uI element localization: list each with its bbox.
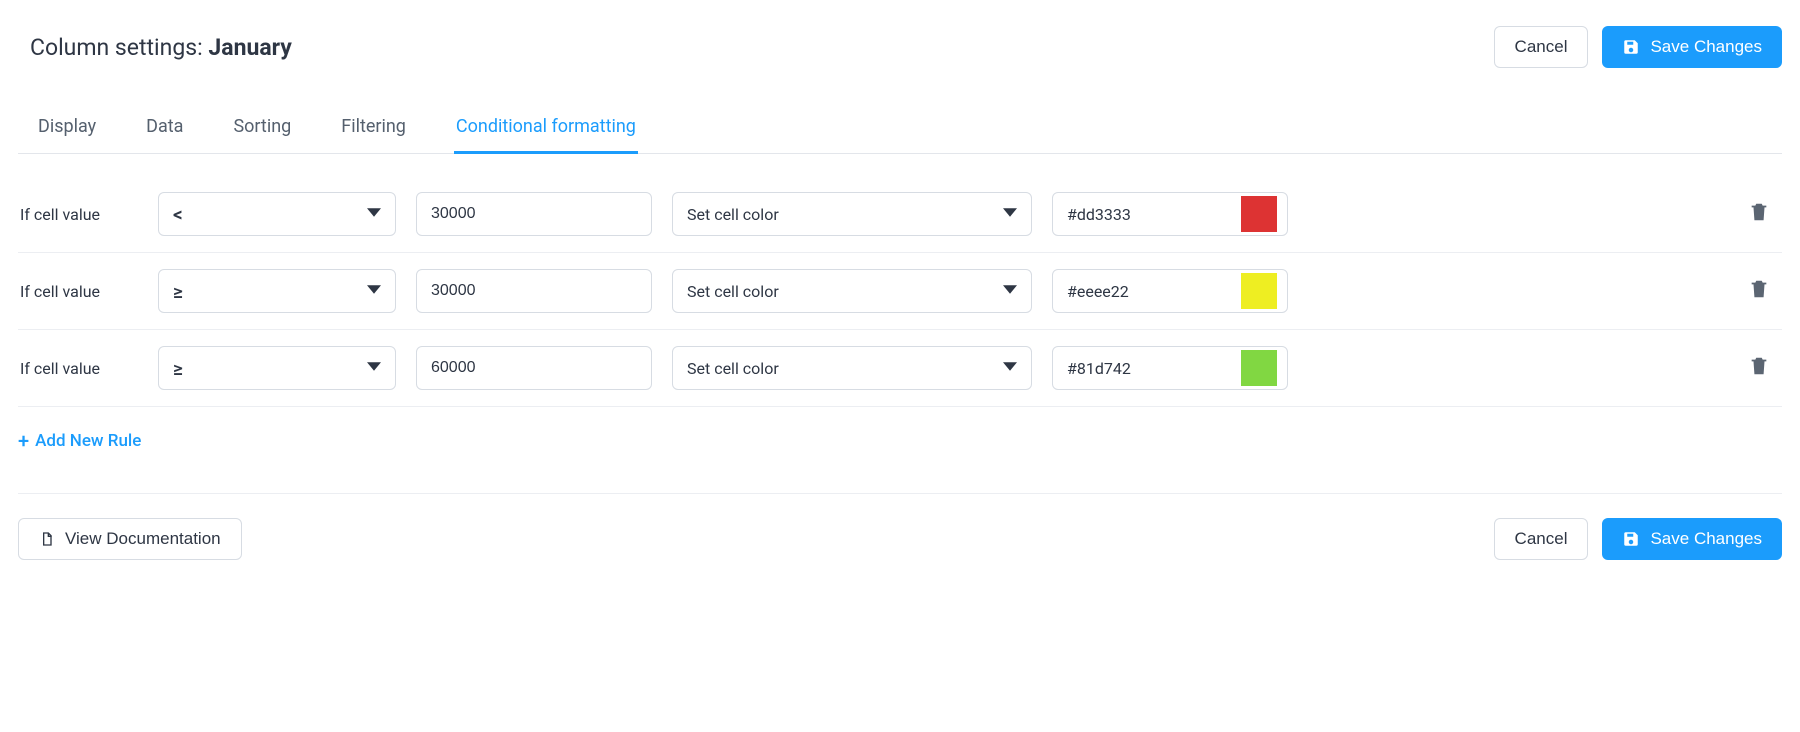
color-hex-value: #eeee22 (1067, 282, 1129, 301)
add-new-rule-button[interactable]: + Add New Rule (18, 407, 141, 483)
rule-label: If cell value (18, 205, 138, 224)
header-actions: Cancel Save Changes (1494, 26, 1782, 68)
chevron-down-icon (1003, 282, 1017, 301)
operator-value: ≥ (173, 357, 183, 380)
rule-label: If cell value (18, 282, 138, 301)
document-icon (39, 529, 55, 549)
color-swatch (1241, 196, 1277, 232)
tab-conditional-formatting[interactable]: Conditional formatting (454, 116, 638, 154)
delete-rule-button[interactable] (1748, 278, 1774, 304)
chevron-down-icon (367, 205, 381, 224)
rules-list: If cell value < Set cell color #dd3333 I… (18, 188, 1782, 407)
value-input[interactable] (416, 346, 652, 390)
save-changes-button[interactable]: Save Changes (1602, 518, 1782, 560)
footer-row: View Documentation Cancel Save Changes (18, 494, 1782, 576)
delete-rule-button[interactable] (1748, 355, 1774, 381)
color-hex-value: #dd3333 (1067, 205, 1131, 224)
tab-data[interactable]: Data (144, 116, 185, 154)
view-documentation-label: View Documentation (65, 529, 221, 549)
action-select[interactable]: Set cell color (672, 192, 1032, 236)
cancel-button-label: Cancel (1515, 529, 1568, 549)
header-row: Column settings: January Cancel Save Cha… (18, 0, 1782, 86)
save-button-label: Save Changes (1650, 529, 1762, 549)
page-title: Column settings: January (30, 34, 292, 61)
tabs: Display Data Sorting Filtering Condition… (18, 116, 1782, 154)
plus-icon: + (18, 431, 29, 451)
tab-display[interactable]: Display (36, 116, 98, 154)
footer-actions: Cancel Save Changes (1494, 518, 1782, 560)
page-title-value: January (208, 34, 291, 61)
cancel-button-label: Cancel (1515, 37, 1568, 57)
save-button-label: Save Changes (1650, 37, 1762, 57)
value-input[interactable] (416, 269, 652, 313)
chevron-down-icon (1003, 359, 1017, 378)
page-title-prefix: Column settings: (30, 34, 208, 61)
delete-rule-button[interactable] (1748, 201, 1774, 227)
view-documentation-button[interactable]: View Documentation (18, 518, 242, 560)
rule-row: If cell value ≥ Set cell color #81d742 (18, 330, 1782, 407)
tab-sorting[interactable]: Sorting (231, 116, 293, 154)
rule-label: If cell value (18, 359, 138, 378)
chevron-down-icon (1003, 205, 1017, 224)
operator-value: ≥ (173, 280, 183, 303)
tab-filtering[interactable]: Filtering (339, 116, 408, 154)
color-input[interactable]: #dd3333 (1052, 192, 1288, 236)
color-hex-value: #81d742 (1067, 359, 1131, 378)
cancel-button[interactable]: Cancel (1494, 26, 1589, 68)
color-swatch (1241, 350, 1277, 386)
trash-icon (1748, 355, 1770, 377)
save-icon (1622, 530, 1640, 548)
trash-icon (1748, 278, 1770, 300)
action-select[interactable]: Set cell color (672, 269, 1032, 313)
color-swatch (1241, 273, 1277, 309)
cancel-button[interactable]: Cancel (1494, 518, 1589, 560)
action-value: Set cell color (687, 282, 779, 301)
value-input[interactable] (416, 192, 652, 236)
color-input[interactable]: #eeee22 (1052, 269, 1288, 313)
trash-icon (1748, 201, 1770, 223)
add-rule-label: Add New Rule (35, 431, 141, 451)
operator-select[interactable]: < (158, 192, 396, 236)
action-value: Set cell color (687, 359, 779, 378)
operator-value: < (173, 203, 183, 226)
chevron-down-icon (367, 359, 381, 378)
action-select[interactable]: Set cell color (672, 346, 1032, 390)
rule-row: If cell value ≥ Set cell color #eeee22 (18, 253, 1782, 330)
rule-row: If cell value < Set cell color #dd3333 (18, 188, 1782, 253)
chevron-down-icon (367, 282, 381, 301)
operator-select[interactable]: ≥ (158, 346, 396, 390)
save-changes-button[interactable]: Save Changes (1602, 26, 1782, 68)
color-input[interactable]: #81d742 (1052, 346, 1288, 390)
save-icon (1622, 38, 1640, 56)
action-value: Set cell color (687, 205, 779, 224)
operator-select[interactable]: ≥ (158, 269, 396, 313)
